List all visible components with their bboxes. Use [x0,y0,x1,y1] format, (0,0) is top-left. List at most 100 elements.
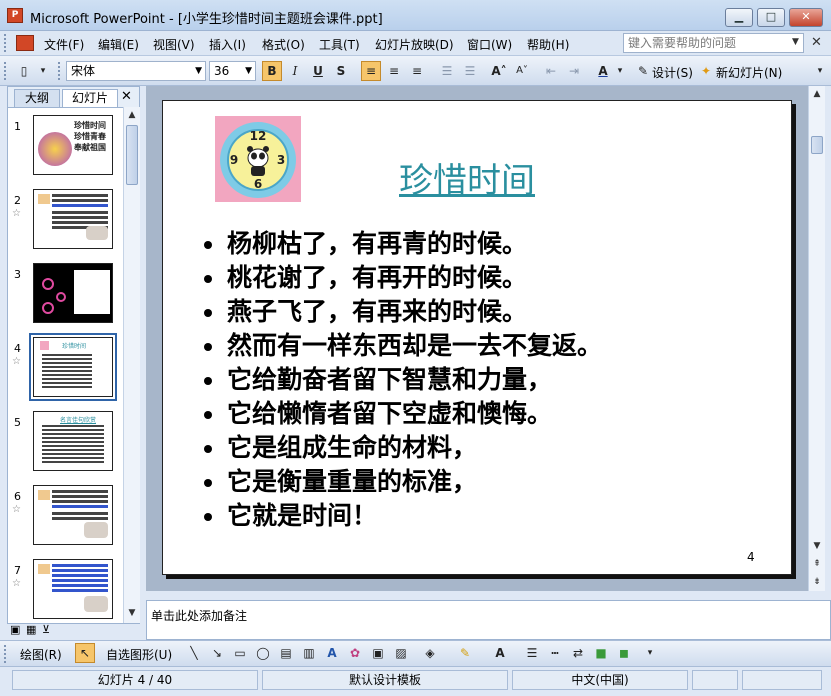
slide-thumbnail-1[interactable]: 珍惜时间 珍惜青春 奉献祖国 [33,115,113,175]
clock-image[interactable]: 12 3 6 9 [215,116,301,202]
scroll-down-icon[interactable]: ▼ [124,605,140,621]
next-slide-icon[interactable]: ⇟ [809,574,825,590]
close-button[interactable]: ✕ [789,8,823,27]
help-search-input[interactable]: 键入需要帮助的问题 [623,33,804,53]
toolbar-options-icon-3[interactable]: ▾ [640,643,660,663]
thumb-number: 5 [14,416,21,429]
oval-tool-icon[interactable]: ◯ [253,643,273,663]
toolbar-grip[interactable] [4,62,7,80]
panel-close-icon[interactable]: ✕ [121,89,132,104]
increase-font-icon[interactable]: A˄ [489,61,509,81]
italic-button[interactable]: I [285,61,305,81]
align-center-icon[interactable]: ≡ [384,61,404,81]
powerpoint-app-icon[interactable]: P [7,8,23,23]
menu-format[interactable]: 格式(O) [262,36,305,53]
arrow-tool-icon[interactable]: ↘ [207,643,227,663]
font-color-draw-icon[interactable]: A [490,643,510,663]
menu-insert[interactable]: 插入(I) [209,36,246,53]
slide-bullet-list[interactable]: 杨柳枯了，有再青的时候。 桃花谢了，有再开的时候。 燕子飞了，有再来的时候。 然… [199,227,602,533]
help-dropdown-icon[interactable]: ▼ [792,37,799,47]
dash-style-icon[interactable]: ┅ [545,643,565,663]
slide-thumbnail-7[interactable] [33,559,113,619]
notes-pane[interactable]: 单击此处添加备注 [146,600,831,640]
bold-button[interactable]: B [262,61,282,81]
new-slide-icon[interactable]: ✦ [696,61,716,81]
slide-title[interactable]: 珍惜时间 [399,153,535,202]
menubar-grip[interactable] [4,34,7,52]
toolbar-options-icon[interactable]: ▾ [33,61,53,81]
wordart-icon[interactable]: A [322,643,342,663]
clock-number-6: 6 [254,177,262,191]
menu-file[interactable]: 文件(F) [44,36,84,53]
rectangle-tool-icon[interactable]: ▭ [230,643,250,663]
toolbar-options-icon-2[interactable]: ▾ [810,61,830,81]
chevron-down-icon: ▼ [195,66,202,76]
new-document-icon[interactable]: ▯ [14,61,34,81]
scroll-down-icon[interactable]: ▼ [809,538,825,554]
line-color-icon[interactable]: ✎ [455,643,475,663]
design-icon[interactable]: ✎ [633,61,653,81]
scroll-thumb[interactable] [126,125,138,185]
draw-menu-button[interactable]: 绘图(R) [20,646,62,663]
minimize-button[interactable]: ▁ [725,8,753,27]
menu-tools[interactable]: 工具(T) [319,36,360,53]
shadow-button[interactable]: S [331,61,351,81]
new-slide-button[interactable]: 新幻灯片(N) [716,64,782,81]
align-right-icon[interactable]: ≡ [407,61,427,81]
scroll-up-icon[interactable]: ▲ [809,86,825,102]
numbered-list-icon[interactable]: ☰ [437,61,457,81]
autoshapes-menu-button[interactable]: 自选图形(U) [106,646,172,663]
thumb-number: 4 [14,342,21,355]
menu-slideshow[interactable]: 幻灯片放映(D) [375,36,454,53]
bulleted-list-icon[interactable]: ☰ [460,61,480,81]
shadow-style-icon[interactable]: ■ [591,643,611,663]
doc-icon[interactable] [16,35,34,51]
menu-edit[interactable]: 编辑(E) [98,36,139,53]
drawbar-grip[interactable] [4,645,7,663]
design-button[interactable]: 设计(S) [652,64,693,81]
slide-scrollbar[interactable]: ▲ ▼ ⇞ ⇟ [808,86,825,591]
normal-view-icon[interactable]: ▣ [10,623,20,636]
menu-window[interactable]: 窗口(W) [467,36,512,53]
font-color-dropdown-icon[interactable]: ▾ [610,61,630,81]
decrease-indent-icon[interactable]: ⇤ [541,61,561,81]
slide-sorter-icon[interactable]: ▦ [26,623,36,636]
slide-thumbnail-2[interactable] [33,189,113,249]
arrow-style-icon[interactable]: ⇄ [568,643,588,663]
font-size-select[interactable]: 36 ▼ [209,61,256,81]
maximize-button[interactable]: □ [757,8,785,27]
slideshow-view-icon[interactable]: ⊻ [42,623,50,636]
scroll-thumb[interactable] [811,136,823,154]
slide-thumbnail-3[interactable] [33,263,113,323]
select-pointer-icon[interactable]: ↖ [75,643,95,663]
scroll-up-icon[interactable]: ▲ [124,107,140,123]
align-left-icon[interactable]: ≡ [361,61,381,81]
font-name-select[interactable]: 宋体 ▼ [66,61,206,81]
3d-style-icon[interactable]: ◼ [614,643,634,663]
picture-icon[interactable]: ▨ [391,643,411,663]
diagram-icon[interactable]: ✿ [345,643,365,663]
current-slide[interactable]: 12 3 6 9 珍惜时间 杨柳枯了，有再青的时候。 桃花谢了，有再开的时候。 … [162,100,792,575]
vertical-textbox-icon[interactable]: ▥ [299,643,319,663]
pane-splitter[interactable] [140,591,810,599]
menu-view[interactable]: 视图(V) [153,36,195,53]
tab-outline[interactable]: 大纲 [14,89,60,107]
increase-indent-icon[interactable]: ⇥ [564,61,584,81]
decrease-font-icon[interactable]: A˅ [512,61,532,81]
underline-button[interactable]: U [308,61,328,81]
clipart-icon[interactable]: ▣ [368,643,388,663]
line-style-icon[interactable]: ☰ [522,643,542,663]
thumb-number: 6 [14,490,21,503]
toolbar-grip-2[interactable] [58,62,61,80]
previous-slide-icon[interactable]: ⇞ [809,556,825,572]
textbox-tool-icon[interactable]: ▤ [276,643,296,663]
menu-help[interactable]: 帮助(H) [527,36,569,53]
slide-thumbnail-4[interactable]: 珍惜时间 [29,333,117,401]
slide-thumbnail-6[interactable] [33,485,113,545]
thumbnail-scrollbar[interactable]: ▲ ▼ [123,107,140,623]
slide-thumbnail-5[interactable]: 名言佳句欣赏 [33,411,113,471]
fill-color-icon[interactable]: ◈ [420,643,440,663]
tab-slides[interactable]: 幻灯片 [62,89,118,107]
document-close-icon[interactable]: ✕ [811,35,822,50]
line-tool-icon[interactable]: ╲ [184,643,204,663]
